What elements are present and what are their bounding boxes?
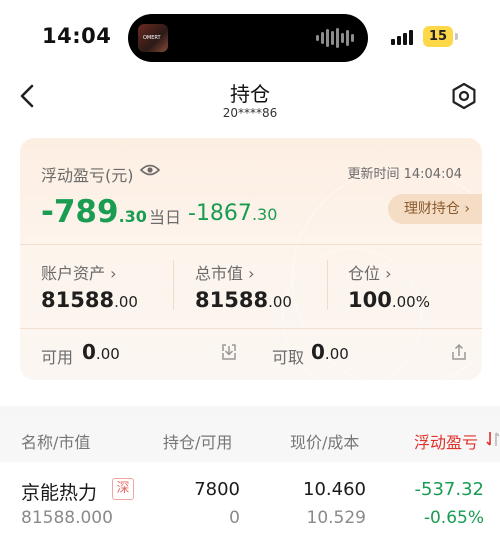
battery-indicator: 15 (423, 26, 453, 47)
stock-name: 京能热力 (21, 482, 98, 504)
divider (20, 244, 482, 245)
market-value-link[interactable]: 总市值 › (195, 260, 255, 284)
finance-holdings-button[interactable]: 理财持仓 › (387, 194, 482, 224)
exchange-badge: 深 (112, 478, 134, 500)
header-floating-pnl[interactable]: 浮动盈亏 (414, 429, 478, 453)
day-pnl-value: -1867.30 (188, 201, 278, 226)
table-row[interactable]: 京能热力 深 81588.000 7800 0 10.460 10.529 -5… (0, 462, 500, 549)
album-art: OMERT (138, 24, 168, 52)
account-assets-link[interactable]: 账户资产 › (41, 260, 117, 284)
header-position-available[interactable]: 持仓/可用 (163, 429, 232, 453)
withdrawable-funds-label: 可取 (272, 348, 305, 367)
settings-hexagon-icon[interactable] (450, 82, 478, 110)
holdings-summary-card: 浮动盈亏(元) 更新时间 14:04:04 -789.30 当日 -1867.3… (20, 138, 482, 380)
position-ratio-value: 100.00% (348, 288, 430, 312)
nav-bar: 持仓 20****86 (0, 76, 500, 126)
floating-pnl-label: 浮动盈亏(元) (41, 166, 134, 185)
section-separator (0, 406, 500, 416)
page-title: 持仓 (230, 82, 270, 106)
holdings-table-header: 名称/市值 持仓/可用 现价/成本 浮动盈亏 (0, 416, 500, 462)
market-value: 81588.00 (195, 288, 292, 312)
stock-price: 10.460 (303, 479, 366, 500)
battery-cap (455, 33, 458, 40)
available-funds-label: 可用 (41, 348, 74, 367)
audio-waveform-icon (316, 28, 354, 48)
dynamic-island[interactable]: OMERT (128, 14, 368, 62)
account-assets-value: 81588.00 (41, 288, 138, 312)
transfer-out-icon[interactable] (450, 343, 468, 361)
divider (327, 260, 328, 310)
divider (20, 328, 482, 329)
status-time: 14:04 (42, 24, 112, 48)
stock-pnl-percent: -0.65% (423, 508, 484, 528)
update-time: 更新时间 14:04:04 (347, 167, 462, 182)
header-price-cost[interactable]: 现价/成本 (290, 429, 359, 453)
stock-position: 7800 (194, 479, 240, 500)
stock-market-value: 81588.000 (21, 508, 113, 528)
stock-available: 0 (229, 508, 240, 528)
stock-pnl: -537.32 (414, 479, 484, 500)
stock-cost: 10.529 (306, 508, 366, 528)
transfer-in-icon[interactable] (220, 343, 238, 361)
withdrawable-funds-value: 0.00 (311, 340, 349, 364)
header-name-market-value[interactable]: 名称/市值 (21, 429, 90, 453)
eye-icon[interactable] (140, 162, 160, 178)
divider (173, 260, 174, 310)
day-pnl-label: 当日 (149, 208, 182, 227)
position-ratio-link[interactable]: 仓位 › (348, 260, 392, 284)
sort-icon[interactable] (486, 430, 500, 448)
floating-pnl-value: -789.30 (41, 194, 147, 230)
status-bar: 14:04 OMERT 15 (0, 0, 500, 76)
cellular-signal-icon (391, 29, 413, 45)
account-number: 20****86 (222, 106, 278, 120)
available-funds-value: 0.00 (82, 340, 120, 364)
